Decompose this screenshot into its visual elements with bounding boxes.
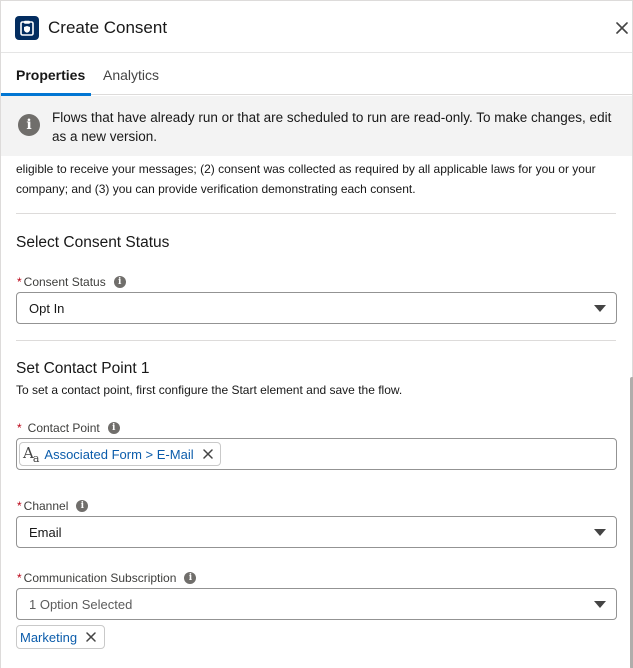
consent-status-section-title: Select Consent Status	[16, 234, 170, 251]
info-icon[interactable]: i	[76, 500, 89, 512]
contact-point-label: * Contact Point i	[17, 421, 120, 435]
panel-header: Create Consent	[1, 1, 632, 53]
contact-point-pill-label: Associated Form > E-Mail	[44, 446, 194, 462]
remove-pill-button[interactable]	[200, 446, 216, 462]
text-type-icon: Aa	[23, 443, 39, 465]
consent-intro-text: eligible to receive your messages; (2) c…	[16, 162, 596, 196]
tab-analytics[interactable]: Analytics	[103, 67, 159, 83]
required-marker: *	[17, 499, 22, 513]
marketing-pill-label: Marketing	[20, 629, 78, 645]
tab-bar: Properties Analytics	[1, 53, 632, 95]
close-icon	[616, 22, 628, 34]
info-icon[interactable]: i	[113, 276, 126, 288]
tab-properties[interactable]: Properties	[16, 67, 85, 83]
communication-subscription-label-text: Communication Subscription	[23, 571, 177, 585]
banner-message: Flows that have already run or that are …	[52, 110, 612, 144]
chevron-down-icon	[594, 529, 606, 536]
communication-subscription-select[interactable]: 1 Option Selected	[16, 588, 617, 620]
required-marker: *	[17, 275, 22, 289]
chevron-down-icon	[594, 305, 606, 312]
channel-value: Email	[29, 525, 62, 540]
properties-scroll-area[interactable]: eligible to receive your messages; (2) c…	[1, 156, 632, 668]
divider	[16, 340, 616, 341]
required-marker: *	[17, 571, 22, 585]
channel-select[interactable]: Email	[16, 516, 617, 548]
create-consent-panel: Create Consent Properties Analytics i Fl…	[0, 0, 633, 668]
required-marker: *	[17, 421, 22, 435]
consent-status-value: Opt In	[29, 301, 65, 316]
close-icon	[202, 449, 213, 459]
contact-point-label-text: Contact Point	[27, 421, 100, 435]
info-icon: i	[18, 114, 40, 136]
divider	[16, 213, 616, 214]
info-icon[interactable]: i	[184, 572, 197, 584]
close-button[interactable]	[613, 19, 631, 37]
info-icon[interactable]: i	[107, 422, 120, 434]
contact-point-subtitle: To set a contact point, first configure …	[16, 383, 403, 397]
communication-subscription-label: * Communication Subscription i	[17, 571, 197, 585]
contact-point-section-title: Set Contact Point 1	[16, 360, 150, 377]
consent-status-label: * Consent Status i	[17, 275, 126, 289]
consent-status-label-text: Consent Status	[23, 275, 106, 289]
consent-status-select[interactable]: Opt In	[16, 292, 617, 324]
marketing-pill[interactable]: Marketing	[16, 625, 106, 649]
channel-label: * Channel i	[17, 499, 89, 513]
channel-label-text: Channel	[23, 499, 69, 513]
consent-shield-icon	[15, 16, 39, 40]
close-icon	[86, 632, 96, 642]
contact-point-pill[interactable]: Aa Associated Form > E-Mail	[19, 442, 221, 466]
panel-title: Create Consent	[48, 18, 168, 37]
read-only-banner: i Flows that have already run or that ar…	[1, 96, 632, 156]
remove-pill-button[interactable]	[83, 629, 99, 645]
contact-point-input[interactable]: Aa Associated Form > E-Mail	[16, 438, 617, 470]
communication-subscription-value: 1 Option Selected	[29, 597, 133, 612]
chevron-down-icon	[594, 601, 606, 608]
